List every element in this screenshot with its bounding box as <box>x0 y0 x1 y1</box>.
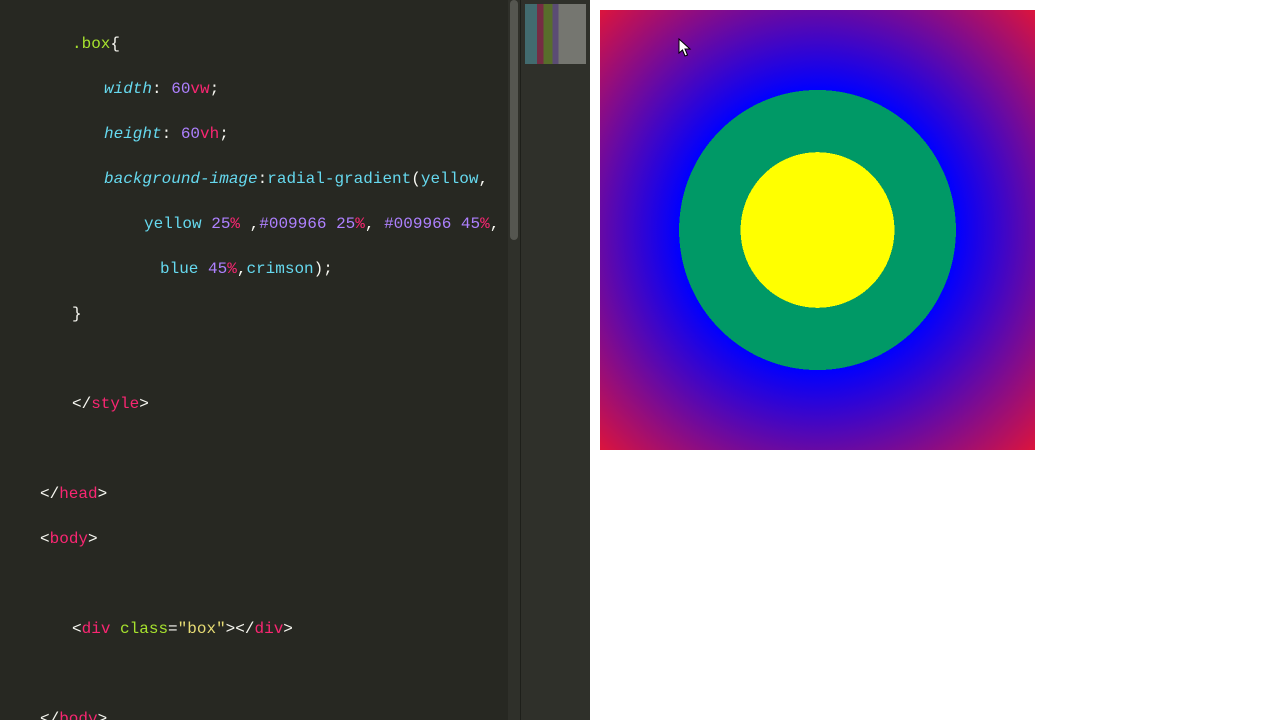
css-color: blue <box>160 260 198 278</box>
tag-div: div <box>82 620 111 638</box>
attr-value: "box" <box>178 620 226 638</box>
css-unit: vh <box>200 125 219 143</box>
css-color: crimson <box>246 260 313 278</box>
css-unit: vw <box>190 80 209 98</box>
code-editor-pane: .box{ width: 60vw; height: 60vh; backgro… <box>0 0 590 720</box>
brace-open: { <box>110 35 120 53</box>
code-editor[interactable]: .box{ width: 60vw; height: 60vh; backgro… <box>0 0 520 720</box>
tag-div-close: div <box>254 620 283 638</box>
tag-head-close: head <box>59 485 97 503</box>
editor-scrollbar-thumb[interactable] <box>510 0 518 240</box>
css-fn: radial-gradient <box>267 170 411 188</box>
css-num: 60 <box>181 125 200 143</box>
css-prop-width: width <box>104 80 152 98</box>
brace-close: } <box>72 305 82 323</box>
attr-class: class <box>120 620 168 638</box>
editor-minimap[interactable] <box>520 0 590 720</box>
tag-style-close: style <box>91 395 139 413</box>
tag-body-close: body <box>59 710 97 720</box>
css-color: yellow <box>144 215 202 233</box>
css-prop-bg: background-image <box>104 170 258 188</box>
css-num: 60 <box>171 80 190 98</box>
css-color: yellow <box>421 170 479 188</box>
tag-body-open: body <box>50 530 88 548</box>
minimap-content <box>525 4 586 64</box>
css-color: #009966 <box>259 215 326 233</box>
css-color: #009966 <box>384 215 451 233</box>
editor-scrollbar[interactable] <box>508 0 520 720</box>
css-selector: .box <box>72 35 110 53</box>
browser-preview-pane <box>590 0 1280 720</box>
gradient-box <box>600 10 1035 450</box>
css-prop-height: height <box>104 125 162 143</box>
app-root: .box{ width: 60vw; height: 60vh; backgro… <box>0 0 1280 720</box>
